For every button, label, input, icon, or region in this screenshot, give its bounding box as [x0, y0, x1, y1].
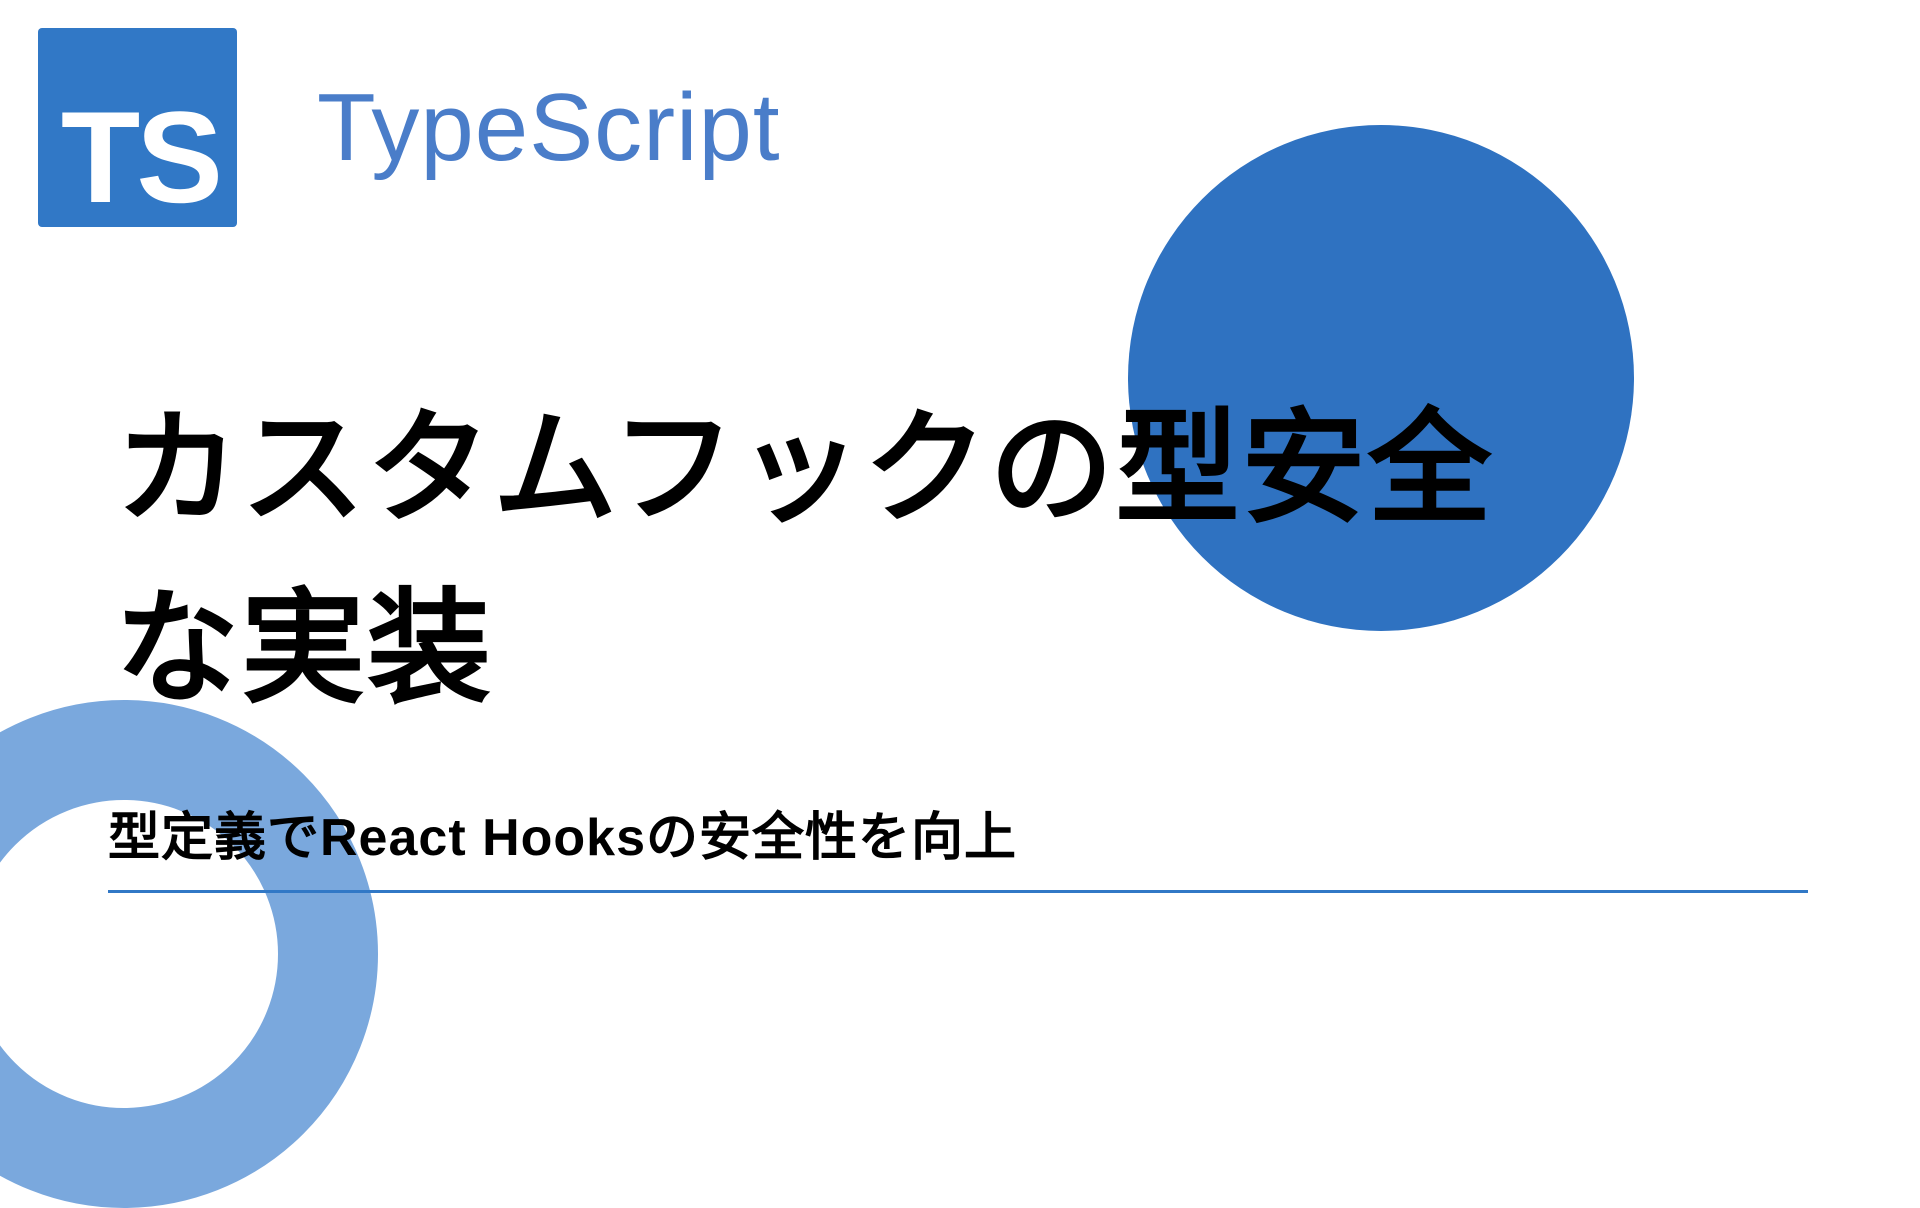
ts-logo-badge: TS — [38, 28, 237, 227]
logo-container: TS TypeScript — [38, 28, 781, 227]
divider — [108, 890, 1808, 893]
subtitle: 型定義でReact Hooksの安全性を向上 — [108, 795, 1808, 890]
subtitle-container: 型定義でReact Hooksの安全性を向上 — [108, 795, 1808, 893]
main-title: カスタムフックの型安全な実装 — [115, 380, 1615, 740]
ts-logo-text: TS — [61, 92, 219, 222]
decorative-circle-ring — [0, 700, 378, 1208]
typescript-label: TypeScript — [317, 73, 781, 183]
